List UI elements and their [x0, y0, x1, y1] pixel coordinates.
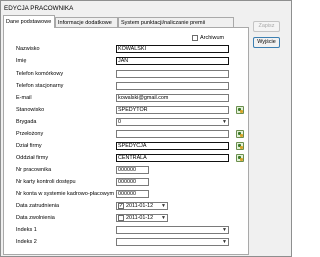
brigade-label: Brygada — [16, 119, 37, 125]
termination-date-label: Data zwolnienia — [16, 215, 55, 221]
brigade-select[interactable]: 0 ▼ — [116, 118, 229, 126]
first-name-label: Imię — [16, 58, 27, 64]
first-name-field[interactable]: JAN — [116, 57, 229, 65]
tab-additional-info[interactable]: Informacje dodatkowe — [55, 17, 118, 27]
position-lookup-icon[interactable] — [236, 106, 244, 114]
index2-label: Indeks 2 — [16, 239, 37, 245]
tab-points-system[interactable]: System punktacji/naliczanie premii — [118, 17, 234, 27]
save-button[interactable]: Zapisz — [253, 21, 280, 32]
chevron-down-icon[interactable]: ▼ — [160, 215, 167, 221]
hire-date-value: 2011-01-12 — [126, 203, 154, 209]
chevron-down-icon[interactable]: ▼ — [160, 203, 167, 209]
index1-select[interactable]: ▼ — [116, 226, 229, 234]
supervisor-lookup-icon[interactable] — [236, 130, 244, 138]
landline-phone-field[interactable] — [116, 82, 229, 90]
landline-phone-label: Telefon stacjonarny — [16, 83, 64, 89]
exit-button[interactable]: Wyjście — [253, 37, 280, 48]
index1-label: Indeks 1 — [16, 227, 37, 233]
supervisor-field[interactable] — [116, 130, 229, 138]
department-label: Dział firmy — [16, 143, 42, 149]
chevron-down-icon[interactable]: ▼ — [221, 227, 228, 233]
mobile-phone-field[interactable] — [116, 70, 229, 78]
archive-checkbox[interactable] — [192, 35, 198, 41]
window-title: EDYCJA PRACOWNIKA — [4, 5, 74, 12]
surname-label: Nazwisko — [16, 46, 40, 52]
access-card-field[interactable]: 000000 — [116, 178, 149, 186]
index2-select[interactable]: ▼ — [116, 238, 229, 246]
branch-label: Oddział firmy — [16, 155, 49, 161]
surname-field[interactable]: KOWALSKI — [116, 45, 229, 53]
position-field[interactable]: SPEDYTOR — [116, 106, 229, 114]
employee-number-field[interactable]: 000000 — [116, 166, 149, 174]
chevron-down-icon[interactable]: ▼ — [221, 239, 228, 245]
department-lookup-icon[interactable] — [236, 142, 244, 150]
termination-date-picker[interactable]: 2011-01-12 ▼ — [116, 214, 168, 222]
tab-basic-data[interactable]: Dane podstawowe — [3, 15, 55, 28]
branch-field[interactable]: CENTRALA — [116, 154, 229, 162]
supervisor-label: Przełożony — [16, 131, 44, 137]
brigade-value: 0 — [118, 119, 121, 125]
employee-number-label: Nr pracownika — [16, 167, 52, 173]
branch-lookup-icon[interactable] — [236, 154, 244, 162]
hire-date-label: Data zatrudnienia — [16, 203, 60, 209]
email-field[interactable]: kowalski@gmail.com — [116, 94, 229, 102]
hire-date-checkbox[interactable]: ✓ — [118, 203, 124, 209]
access-card-label: Nr karty kontroli dostępu — [16, 179, 76, 185]
termination-date-checkbox[interactable] — [118, 215, 124, 221]
hire-date-picker[interactable]: ✓ 2011-01-12 ▼ — [116, 202, 168, 210]
basic-data-panel: Archiwum Nazwisko KOWALSKI Imię JAN Tele… — [3, 27, 249, 255]
termination-date-value: 2011-01-12 — [126, 215, 154, 221]
employee-edit-window: EDYCJA PRACOWNIKA Dane podstawowe Inform… — [0, 0, 292, 257]
mobile-phone-label: Telefon komórkowy — [16, 71, 64, 77]
payroll-account-field[interactable]: 000000 — [116, 190, 149, 198]
payroll-account-label: Nr konta w systemie kadrowo-płacowym — [16, 191, 115, 197]
chevron-down-icon[interactable]: ▼ — [221, 119, 228, 125]
archive-label: Archiwum — [200, 35, 225, 41]
email-label: E-mail — [16, 95, 32, 101]
position-label: Stanowisko — [16, 107, 45, 113]
department-field[interactable]: SPEDYCJA — [116, 142, 229, 150]
